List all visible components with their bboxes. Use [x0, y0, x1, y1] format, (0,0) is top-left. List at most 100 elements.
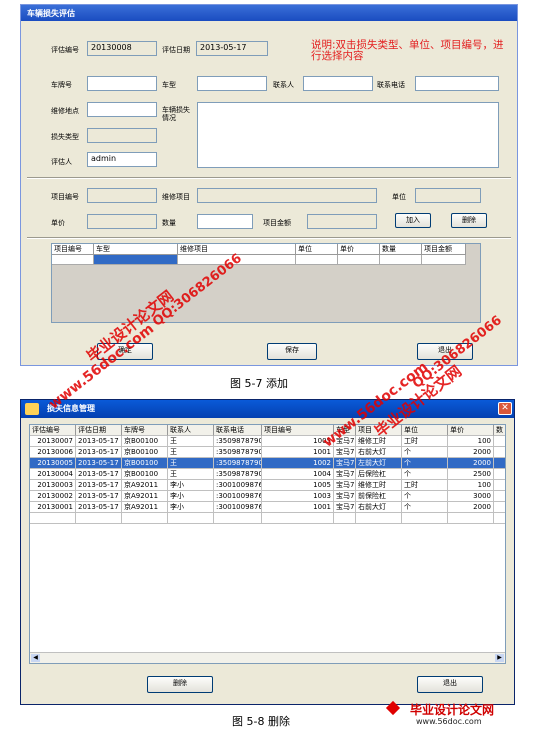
save-button[interactable]: 保存	[267, 343, 317, 360]
table-cell[interactable]: 1005	[262, 480, 334, 491]
table-cell[interactable]: 个	[402, 469, 448, 480]
table-cell[interactable]: 右前大灯	[356, 447, 402, 458]
table-cell[interactable]: 京A92011	[122, 491, 168, 502]
table-cell[interactable]: 20130007	[30, 436, 76, 447]
eval-date-field[interactable]: 2013-05-17	[196, 41, 268, 56]
table-cell[interactable]: 2013-05-17	[76, 491, 122, 502]
table-cell[interactable]: 个	[402, 491, 448, 502]
table-row[interactable]: 20130007 2013-05-17 京B00100 王:3509878790 100…	[30, 436, 505, 447]
grid-cell[interactable]	[380, 255, 422, 265]
table-cell[interactable]: 王	[168, 458, 214, 469]
unit-field[interactable]	[415, 188, 481, 203]
item-amount-field[interactable]	[307, 214, 377, 229]
table-cell[interactable]: 2013-05-17	[76, 447, 122, 458]
table-cell[interactable]: 右前大灯	[356, 502, 402, 513]
table-cell[interactable]: 宝马750	[334, 458, 356, 469]
car-type-input[interactable]	[197, 76, 267, 91]
table-cell[interactable]: 工时	[402, 436, 448, 447]
table-cell[interactable]: 李小	[168, 480, 214, 491]
grid-header[interactable]: 单位	[296, 244, 338, 255]
table-row[interactable]: 20130003 2013-05-17 京A92011 李小:3001009876 10…	[30, 480, 505, 491]
column-header[interactable]: 数	[494, 425, 505, 436]
table-cell[interactable]: 京B00100	[122, 447, 168, 458]
table-cell[interactable]: 20130001	[30, 502, 76, 513]
table-cell[interactable]: 20130002	[30, 491, 76, 502]
table-cell[interactable]	[334, 513, 356, 524]
table-cell[interactable]: 20130006	[30, 447, 76, 458]
table-cell[interactable]: 2013-05-17	[76, 469, 122, 480]
close-icon[interactable]: ✕	[498, 402, 512, 415]
damage-desc-textarea[interactable]	[197, 102, 499, 168]
eval-no-field[interactable]: 20130008	[87, 41, 157, 56]
exit-button[interactable]: 退出	[417, 676, 483, 693]
scroll-right-icon[interactable]: ▶	[495, 654, 504, 662]
column-header[interactable]: 评估编号	[30, 425, 76, 436]
column-header[interactable]: 联系人	[168, 425, 214, 436]
table-cell[interactable]: :3001009876	[214, 502, 262, 513]
table-cell[interactable]: 20130004	[30, 469, 76, 480]
grid-header[interactable]: 数量	[380, 244, 422, 255]
table-cell[interactable]: 2013-05-17	[76, 480, 122, 491]
delete-item-button[interactable]: 删除	[451, 213, 487, 228]
table-cell[interactable]: 2000	[448, 458, 494, 469]
table-cell[interactable]: 20130005	[30, 458, 76, 469]
grid-cell-selected[interactable]	[94, 255, 178, 265]
table-row-selected[interactable]: 20130005 2013-05-17 京B00100 王:3509878790 100…	[30, 458, 505, 469]
table-cell[interactable]	[494, 469, 505, 480]
table-row[interactable]	[30, 513, 505, 524]
table-cell[interactable]	[494, 458, 505, 469]
table-cell[interactable]: 2000	[448, 447, 494, 458]
table-cell[interactable]: 100	[448, 436, 494, 447]
grid-cell[interactable]	[422, 255, 466, 265]
table-cell[interactable]: 前保险杠	[356, 491, 402, 502]
table-cell[interactable]	[448, 513, 494, 524]
table-cell[interactable]: 京B00100	[122, 436, 168, 447]
table-cell[interactable]: 1001	[262, 502, 334, 513]
column-header[interactable]: 车牌号	[122, 425, 168, 436]
grid-header[interactable]: 车型	[94, 244, 178, 255]
table-cell[interactable]: 3000	[448, 491, 494, 502]
table-cell[interactable]: :3001009876	[214, 491, 262, 502]
table-cell[interactable]: 1004	[262, 469, 334, 480]
table-cell[interactable]	[30, 513, 76, 524]
table-cell[interactable]: :3509878790	[214, 436, 262, 447]
table-cell[interactable]: 左前大灯	[356, 458, 402, 469]
table-cell[interactable]	[214, 513, 262, 524]
column-header[interactable]: 单价	[448, 425, 494, 436]
table-cell[interactable]: 后保险杠	[356, 469, 402, 480]
table-cell[interactable]	[76, 513, 122, 524]
table-cell[interactable]: 1003	[262, 491, 334, 502]
loss-records-table[interactable]: 评估编号 评估日期 车牌号 联系人 联系电话 项目编号 车型 项目 单位 单价 …	[29, 424, 506, 664]
grid-header[interactable]: 单价	[338, 244, 380, 255]
table-cell[interactable]: 20130003	[30, 480, 76, 491]
unit-price-field[interactable]	[87, 214, 157, 229]
table-cell[interactable]: 宝马750	[334, 469, 356, 480]
table-row[interactable]: 20130004 2013-05-17 京B00100 王:3509878790 100…	[30, 469, 505, 480]
table-cell[interactable]	[402, 513, 448, 524]
table-cell[interactable]	[262, 513, 334, 524]
table-cell[interactable]: :3509878790	[214, 469, 262, 480]
grid-header[interactable]: 项目金额	[422, 244, 466, 255]
table-cell[interactable]	[356, 513, 402, 524]
table-cell[interactable]: 宝马750	[334, 491, 356, 502]
table-cell[interactable]: 1002	[262, 458, 334, 469]
table-cell[interactable]: 宝马750	[334, 480, 356, 491]
table-cell[interactable]: 京A92011	[122, 502, 168, 513]
table-cell[interactable]	[494, 436, 505, 447]
column-header[interactable]: 单位	[402, 425, 448, 436]
table-cell[interactable]: 王	[168, 436, 214, 447]
contact-input[interactable]	[303, 76, 373, 91]
delete-button[interactable]: 删除	[147, 676, 213, 693]
table-cell[interactable]	[494, 447, 505, 458]
repair-item-field[interactable]	[197, 188, 377, 203]
table-row[interactable]: 20130006 2013-05-17 京B00100 王:3509878790 100…	[30, 447, 505, 458]
quantity-input[interactable]	[197, 214, 253, 229]
table-row[interactable]: 20130002 2013-05-17 京A92011 李小:3001009876 10…	[30, 491, 505, 502]
items-grid[interactable]: 项目编号 车型 维修项目 单位 单价 数量 项目金额	[51, 243, 481, 323]
grid-header[interactable]: 项目编号	[52, 244, 94, 255]
plate-input[interactable]	[87, 76, 157, 91]
table-cell[interactable]	[122, 513, 168, 524]
repair-place-input[interactable]	[87, 102, 157, 117]
table-cell[interactable]: 宝马750	[334, 502, 356, 513]
table-cell[interactable]: 宝马750	[334, 447, 356, 458]
